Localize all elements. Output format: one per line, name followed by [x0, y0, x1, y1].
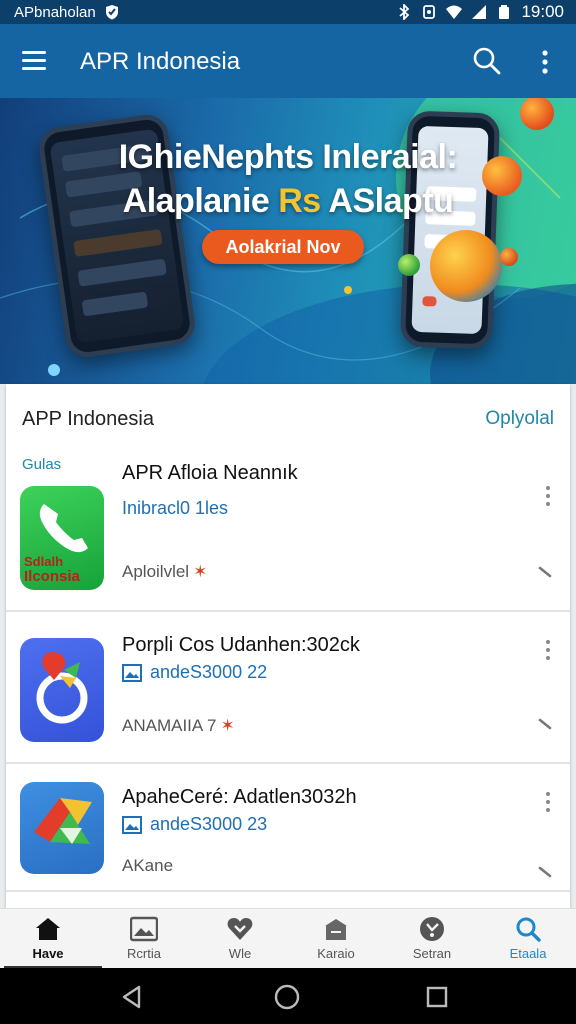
- app-meta-mark: ✶: [220, 716, 235, 735]
- search-icon[interactable]: [472, 46, 502, 76]
- more-vertical-icon[interactable]: [540, 638, 556, 662]
- status-bar-right: 19:00: [396, 2, 564, 22]
- app-subtitle-row: andeS3000 23: [122, 814, 267, 835]
- banner-headline-line2: Alaplanie Rs ASlaptu: [0, 182, 576, 221]
- nav-label: Setran: [412, 946, 452, 961]
- battery-icon: [499, 5, 510, 19]
- app-meta: ANAMAIIA 7 ✶: [122, 716, 235, 736]
- banner-headline-part: Alaplanie: [122, 182, 279, 220]
- carrier-label: APbnaholan: [14, 3, 96, 21]
- app-name[interactable]: Porpli Cos Udanhen:302ck: [122, 634, 360, 657]
- nav-label: Karaio: [317, 946, 355, 961]
- section-link[interactable]: Oplyolal: [485, 408, 554, 430]
- status-bar-left: APbnaholan: [14, 4, 120, 21]
- list-item[interactable]: ApaheCeré: Adatlen3032h andeS3000 23 AKa…: [6, 764, 570, 892]
- app-meta-text: ANAMAIIA 7: [122, 716, 217, 735]
- app-meta-text: AKane: [122, 856, 174, 875]
- nav-item-search[interactable]: Etaala: [480, 909, 576, 968]
- wifi-icon: [446, 5, 463, 19]
- image-icon: [122, 815, 142, 834]
- bottom-navigation: Have Rcrtia Wle Karaio Setran Etaala: [0, 908, 576, 968]
- nav-item-gallery[interactable]: Rcrtia: [96, 909, 192, 968]
- app-name[interactable]: ApaheCeré: Adatlen3032h: [122, 786, 357, 809]
- nav-item-store[interactable]: Karaio: [288, 909, 384, 968]
- banner-headline-accent: Rs: [278, 182, 321, 220]
- recents-icon[interactable]: [424, 984, 450, 1010]
- section-title: APP Indonesia: [22, 408, 154, 430]
- back-icon[interactable]: [119, 984, 145, 1010]
- banner-headline-part: ASlaptu: [320, 182, 454, 220]
- nav-item-settings[interactable]: Setran: [384, 909, 480, 968]
- more-vertical-icon[interactable]: [540, 484, 556, 508]
- settings-dial-icon: [420, 917, 444, 941]
- promo-banner[interactable]: IGhieNephts Inleraial: Alaplanie Rs ASla…: [0, 98, 576, 384]
- app-meta-text: Aploilvlel: [122, 562, 190, 581]
- app-subtitle: andeS3000 23: [150, 814, 268, 834]
- clock: 19:00: [521, 2, 564, 21]
- list-item[interactable]: Porpli Cos Udanhen:302ck andeS3000 22 AN…: [6, 612, 570, 764]
- search-icon: [516, 917, 541, 942]
- app-meta: Aploilvlel ✶: [122, 562, 207, 582]
- nav-label: Wle: [228, 946, 252, 961]
- nav-label: Have: [32, 946, 64, 961]
- app-subtitle: andeS3000 22: [150, 662, 268, 682]
- signal-icon: [472, 5, 487, 19]
- shield-icon: [105, 5, 118, 20]
- triangle-logo-graphic: [34, 798, 92, 844]
- banner-orb: [500, 248, 518, 266]
- app-subtitle: Inibracl0 1les: [122, 498, 229, 518]
- banner-orb: [344, 286, 352, 294]
- banner-headline-line1: IGhieNephts Inleraial:: [118, 138, 458, 176]
- map-ring-graphic: [36, 652, 88, 724]
- banner-cta-button[interactable]: Aolakrial Nov: [202, 230, 364, 264]
- triangle-logo-icon[interactable]: [20, 782, 104, 874]
- system-navigation-bar: [0, 968, 576, 1024]
- image-icon: [122, 663, 142, 682]
- app-meta-mark: ✶: [193, 562, 208, 581]
- more-vertical-icon[interactable]: [535, 48, 555, 76]
- more-vertical-icon[interactable]: [540, 790, 556, 814]
- map-ring-icon[interactable]: [20, 638, 104, 742]
- menu-icon[interactable]: [22, 51, 48, 71]
- icon-text-2: Ilconsia: [24, 568, 80, 585]
- icon-text-1: Sdlalh: [24, 554, 64, 569]
- nav-label: Etaala: [509, 946, 547, 961]
- carousel-indicator[interactable]: [48, 364, 60, 376]
- edit-icon[interactable]: [536, 862, 556, 882]
- nav-item-home[interactable]: Have: [0, 909, 102, 968]
- app-name[interactable]: APR Afloia Neannık: [122, 462, 298, 485]
- nav-item-favorites[interactable]: Wle: [192, 909, 288, 968]
- app-list-card: APP Indonesia Oplyolal Gulas Sdlalh Ilco…: [6, 384, 570, 908]
- edit-icon[interactable]: [536, 714, 556, 734]
- banner-orb: [398, 254, 420, 276]
- phone-icon[interactable]: Sdlalh Ilconsia: [20, 486, 104, 590]
- store-icon: [325, 919, 347, 940]
- home-button-icon[interactable]: [274, 984, 300, 1010]
- app-subtitle-row: andeS3000 22: [122, 662, 267, 683]
- image-icon: [130, 916, 158, 942]
- heart-icon: [227, 918, 253, 940]
- status-bar: APbnaholan 19:00: [0, 0, 576, 24]
- bluetooth-icon: [399, 4, 410, 20]
- app-meta: AKane: [122, 856, 177, 876]
- vibrate-icon: [423, 5, 436, 19]
- divider: [6, 890, 570, 892]
- app-title: APR Indonesia: [80, 48, 241, 75]
- home-icon: [36, 918, 60, 940]
- edit-icon[interactable]: [536, 562, 556, 582]
- banner-orb: [430, 230, 502, 302]
- list-item[interactable]: Sdlalh Ilconsia APR Afloia Neannık Inibr…: [6, 450, 570, 612]
- nav-label: Rcrtia: [127, 946, 161, 961]
- app-bar: APR Indonesia: [0, 24, 576, 98]
